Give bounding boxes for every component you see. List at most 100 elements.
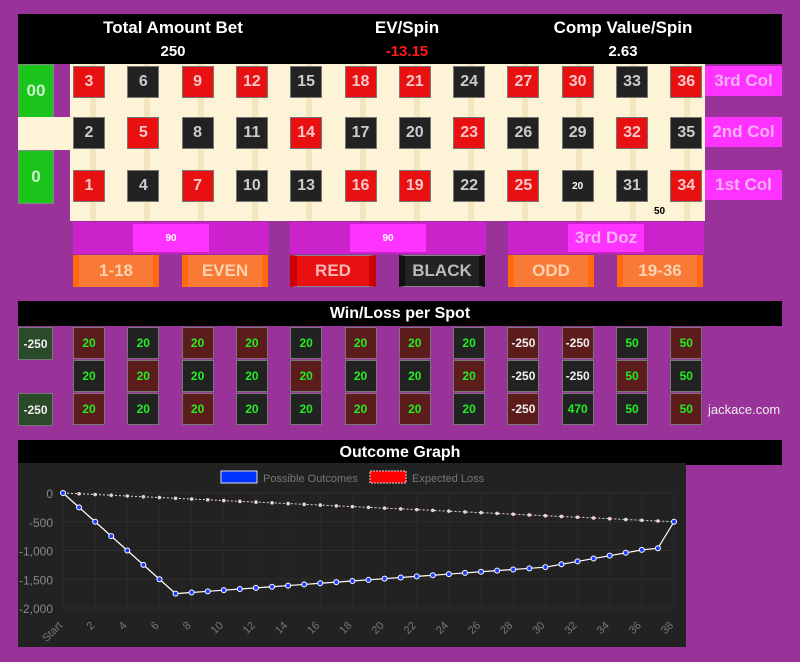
x-tick-label: 32 [563, 620, 580, 637]
winloss-cell: 50 [616, 393, 648, 425]
number-31[interactable]: 31 [616, 170, 648, 202]
number-11[interactable]: 11 [235, 117, 268, 149]
outcomes-point [397, 574, 404, 581]
number-9[interactable]: 9 [181, 66, 214, 98]
bet-1-18[interactable]: 1-18 [73, 255, 159, 287]
dozen-3rd[interactable]: 3rd Doz [508, 222, 704, 254]
number-16[interactable]: 16 [344, 170, 377, 202]
bet-odd[interactable]: ODD [508, 255, 594, 287]
outcomes-point [92, 518, 99, 525]
number-10[interactable]: 10 [235, 170, 268, 202]
dozen-2nd[interactable]: 90 [290, 222, 486, 254]
number-19[interactable]: 19 [398, 170, 431, 202]
chip-split-31-34[interactable]: 50 [654, 206, 665, 217]
expected-loss-point [238, 499, 242, 504]
outcomes-point [542, 564, 549, 571]
expected-loss-point [575, 515, 580, 520]
zero-00[interactable]: 00 [18, 64, 54, 118]
number-25[interactable]: 25 [507, 170, 540, 202]
outcomes-point [301, 581, 308, 588]
winloss-cell: -250 [561, 360, 594, 392]
number-5[interactable]: 5 [127, 117, 160, 149]
expected-loss-point [318, 503, 323, 507]
number-20[interactable]: 20 [398, 117, 431, 149]
number-8[interactable]: 8 [181, 117, 214, 149]
expected-loss-point [157, 495, 162, 500]
x-tick-label: 4 [117, 620, 130, 633]
outcomes-point [461, 569, 468, 576]
outcomes-point [140, 561, 147, 568]
bet-black[interactable]: BLACK [399, 255, 485, 287]
winloss-cell: 20 [398, 360, 431, 392]
bet-19-36[interactable]: 19-36 [617, 255, 703, 287]
winloss-cell: 20 [181, 327, 214, 359]
winloss-cell: 20 [73, 360, 105, 392]
number-18[interactable]: 18 [344, 66, 377, 98]
number-22[interactable]: 22 [453, 170, 486, 202]
x-tick-label: 6 [149, 620, 162, 633]
zero-split-area[interactable] [18, 117, 70, 150]
zero-0[interactable]: 0 [18, 150, 54, 204]
roulette-table [70, 64, 705, 221]
expected-loss-point [431, 508, 435, 513]
number-21[interactable]: 21 [398, 66, 431, 98]
column-bet-1st[interactable]: 1st Col [705, 170, 782, 200]
number-13[interactable]: 13 [290, 170, 323, 202]
column-bet-3rd[interactable]: 3rd Col [705, 66, 782, 96]
winloss-cell: 50 [670, 360, 703, 392]
number-14[interactable]: 14 [290, 117, 323, 149]
number-32[interactable]: 32 [616, 117, 648, 149]
x-tick-label: 38 [659, 620, 676, 637]
outcomes-point [445, 571, 452, 578]
number-29[interactable]: 29 [561, 117, 594, 149]
number-35[interactable]: 35 [670, 117, 703, 149]
number-29-chip[interactable]: 20 [561, 170, 594, 202]
outcomes-point [526, 565, 533, 572]
number-6[interactable]: 6 [127, 66, 160, 98]
outcomes-point [220, 587, 227, 594]
number-27[interactable]: 27 [507, 66, 540, 98]
winloss-cell: 50 [616, 360, 648, 392]
legend-label-outcomes: Possible Outcomes [263, 473, 358, 485]
y-tick-label: 0 [46, 487, 53, 501]
number-30[interactable]: 30 [561, 66, 594, 98]
outcomes-point [381, 575, 388, 582]
outcome-graph: 0 -500 -1,000 -1,500 -2,000 Start 2 4 6 8 10 12 14 16… [18, 463, 686, 647]
number-4[interactable]: 4 [127, 170, 160, 202]
bet-red[interactable]: RED [290, 255, 376, 287]
graph-title: Outcome Graph [18, 440, 782, 465]
winloss-cell: 20 [453, 327, 486, 359]
number-17[interactable]: 17 [344, 117, 377, 149]
x-tick-label: 2 [84, 620, 97, 633]
expected-loss-point [479, 510, 483, 515]
number-23[interactable]: 23 [453, 117, 486, 149]
number-15[interactable]: 15 [290, 66, 323, 98]
expected-loss-point [382, 506, 387, 510]
number-26[interactable]: 26 [507, 117, 540, 149]
outcomes-point [365, 576, 372, 583]
expected-loss-point [447, 509, 451, 513]
winloss-cell: 20 [344, 327, 377, 359]
dozen-1st[interactable]: 90 [73, 222, 269, 254]
outcomes-point [429, 572, 436, 579]
number-36[interactable]: 36 [670, 66, 703, 98]
expected-loss-point [511, 512, 516, 516]
ev-value: -13.15 [385, 43, 429, 60]
number-34[interactable]: 34 [670, 170, 703, 202]
bet-even[interactable]: EVEN [182, 255, 268, 287]
column-bet-2nd[interactable]: 2nd Col [705, 117, 782, 147]
number-3[interactable]: 3 [73, 66, 105, 98]
number-2[interactable]: 2 [73, 117, 105, 149]
number-1[interactable]: 1 [73, 170, 105, 202]
outcomes-point [558, 561, 565, 568]
number-24[interactable]: 24 [453, 66, 486, 98]
expected-loss-point [559, 514, 564, 519]
number-12[interactable]: 12 [235, 66, 268, 98]
number-7[interactable]: 7 [181, 170, 214, 202]
number-33[interactable]: 33 [616, 66, 648, 98]
expected-loss-point [173, 496, 178, 501]
legend-swatch-expected [369, 470, 407, 484]
x-tick-label: 34 [595, 620, 612, 637]
winloss-title: Win/Loss per Spot [18, 301, 782, 326]
brand-link[interactable]: jackace.com [708, 402, 780, 417]
